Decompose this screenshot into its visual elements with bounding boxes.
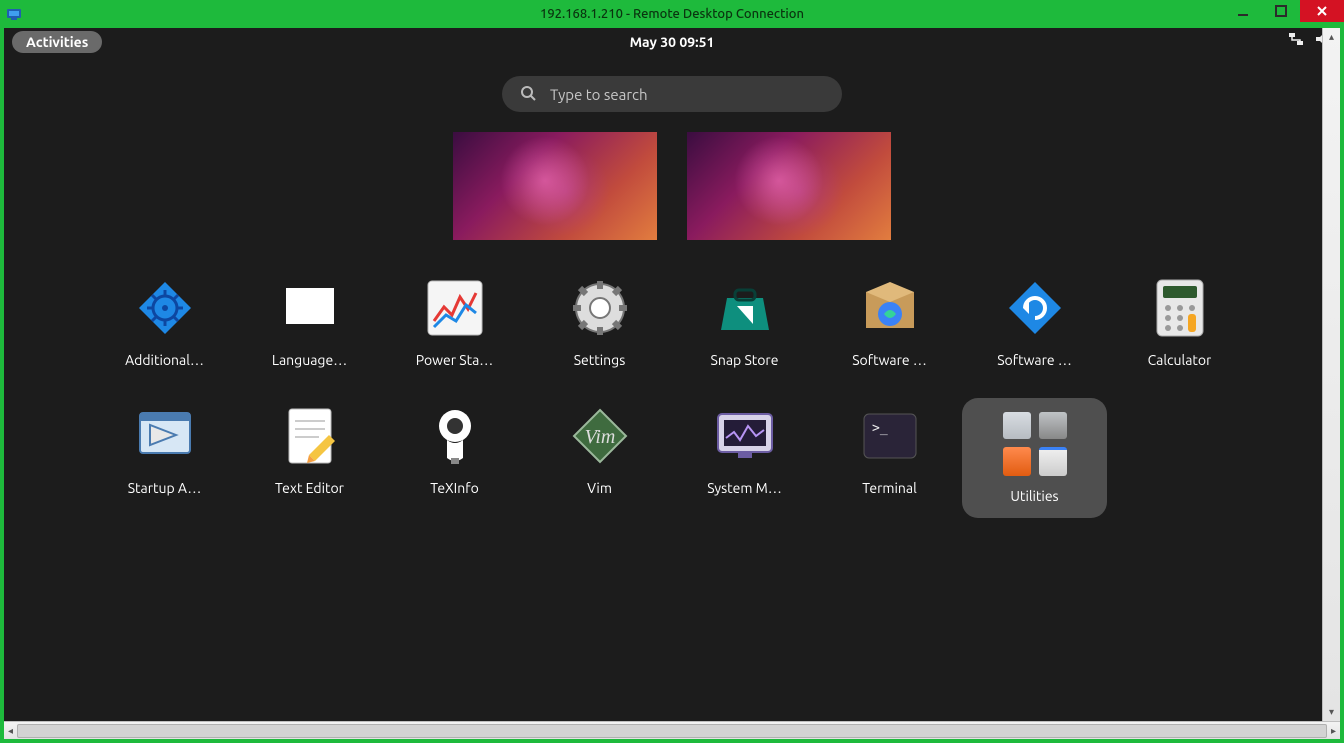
system-monitor-icon xyxy=(713,404,777,468)
app-settings[interactable]: Settings xyxy=(527,270,672,374)
app-label: Calculator xyxy=(1148,352,1212,368)
svg-text:Vim: Vim xyxy=(584,426,615,448)
app-label: Vim xyxy=(587,480,612,496)
scroll-track[interactable] xyxy=(17,724,1327,738)
app-label: Language… xyxy=(272,352,347,368)
terminal-icon: >_ xyxy=(858,404,922,468)
app-label: Startup A… xyxy=(128,480,202,496)
additional-drivers-icon xyxy=(133,276,197,340)
app-label: Software … xyxy=(997,352,1072,368)
power-statistics-icon xyxy=(423,276,487,340)
software-updates-icon xyxy=(858,276,922,340)
search-placeholder: Type to search xyxy=(550,86,648,103)
app-label: Text Editor xyxy=(275,480,344,496)
language-support-icon xyxy=(278,276,342,340)
utilities-folder-icon xyxy=(1003,412,1067,476)
network-icon[interactable] xyxy=(1288,31,1304,50)
rdp-window-title: 192.168.1.210 - Remote Desktop Connectio… xyxy=(0,7,1344,21)
app-system-monitor[interactable]: System M… xyxy=(672,398,817,518)
app-label: Terminal xyxy=(862,480,917,496)
app-label: Settings xyxy=(574,352,626,368)
rdp-window-frame: 192.168.1.210 - Remote Desktop Connectio… xyxy=(0,0,1344,743)
app-software-updater[interactable]: Software … xyxy=(962,270,1107,374)
maximize-button[interactable] xyxy=(1262,0,1300,22)
workspace-thumbnails xyxy=(453,132,891,240)
overview-search[interactable]: Type to search xyxy=(502,76,842,112)
scroll-right-button[interactable]: ▸ xyxy=(1331,725,1336,737)
clock-menu[interactable]: May 30 09:51 xyxy=(4,34,1340,50)
gnome-top-bar: Activities May 30 09:51 xyxy=(4,28,1340,56)
startup-applications-icon xyxy=(133,404,197,468)
activities-overview: Type to search Additional… xyxy=(4,56,1340,739)
svg-text:>_: >_ xyxy=(872,421,888,436)
app-calculator[interactable]: Calculator xyxy=(1107,270,1252,374)
scroll-down-button[interactable]: ▾ xyxy=(1323,703,1340,721)
app-terminal[interactable]: >_ Terminal xyxy=(817,398,962,518)
app-label: System M… xyxy=(707,480,782,496)
settings-icon xyxy=(568,276,632,340)
app-folder-utilities[interactable]: Utilities xyxy=(962,398,1107,518)
workspace-2[interactable] xyxy=(687,132,891,240)
calculator-icon xyxy=(1148,276,1212,340)
app-vim[interactable]: Vim Vim xyxy=(527,398,672,518)
app-snap-store[interactable]: Snap Store xyxy=(672,270,817,374)
app-label: TeXInfo xyxy=(430,480,479,496)
app-label: Snap Store xyxy=(711,352,779,368)
app-label: Power Sta… xyxy=(416,352,493,368)
app-power-statistics[interactable]: Power Sta… xyxy=(382,270,527,374)
scroll-left-button[interactable]: ◂ xyxy=(8,725,13,737)
horizontal-scrollbar[interactable]: ◂ ▸ xyxy=(4,721,1340,739)
rdp-titlebar[interactable]: 192.168.1.210 - Remote Desktop Connectio… xyxy=(0,0,1344,28)
app-text-editor[interactable]: Text Editor xyxy=(237,398,382,518)
app-label: Utilities xyxy=(1010,488,1058,504)
snap-store-icon xyxy=(713,276,777,340)
application-grid: Additional… Language… Power Sta… xyxy=(92,270,1252,518)
app-label: Additional… xyxy=(125,352,204,368)
app-startup-applications[interactable]: Startup A… xyxy=(92,398,237,518)
software-updater-icon xyxy=(1003,276,1067,340)
app-texinfo[interactable]: TeXInfo xyxy=(382,398,527,518)
close-button[interactable] xyxy=(1300,0,1344,22)
scroll-up-button[interactable]: ▴ xyxy=(1323,28,1340,46)
minimize-button[interactable] xyxy=(1224,0,1262,22)
vim-icon: Vim xyxy=(568,404,632,468)
vertical-scrollbar[interactable]: ▴ ▾ xyxy=(1322,28,1340,721)
app-additional-drivers[interactable]: Additional… xyxy=(92,270,237,374)
search-icon xyxy=(520,85,536,104)
text-editor-icon xyxy=(278,404,342,468)
remote-session-viewport: Activities May 30 09:51 Type to search xyxy=(4,28,1340,739)
app-language-support[interactable]: Language… xyxy=(237,270,382,374)
app-label: Software … xyxy=(852,352,927,368)
workspace-1[interactable] xyxy=(453,132,657,240)
texinfo-icon xyxy=(423,404,487,468)
app-software-updates[interactable]: Software … xyxy=(817,270,962,374)
